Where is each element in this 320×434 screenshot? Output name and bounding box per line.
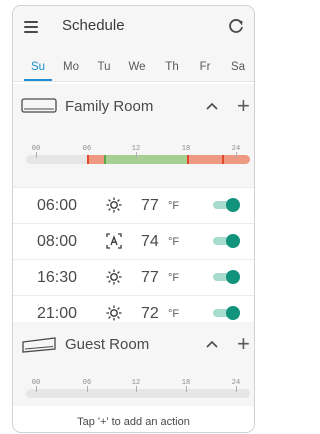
add-action-button[interactable]: + — [237, 93, 250, 119]
timeline-guest: 00 06 12 18 24 — [13, 366, 254, 406]
refresh-icon[interactable] — [227, 17, 245, 35]
auto-segment — [104, 155, 187, 164]
tab-wednesday[interactable]: We — [128, 61, 145, 73]
schedule-row[interactable]: 16:30 77 °F — [13, 260, 254, 296]
empty-hint: Tap '+' to add an action — [77, 416, 190, 428]
add-action-button[interactable]: + — [237, 331, 250, 357]
tab-thursday[interactable]: Th — [165, 61, 178, 73]
tick-mark — [186, 386, 187, 392]
room-name: Guest Room — [65, 336, 150, 353]
row-temperature: 77 — [141, 269, 159, 286]
row-time: 06:00 — [37, 197, 78, 214]
tab-monday[interactable]: Mo — [63, 61, 79, 73]
tick-label: 06 — [82, 145, 92, 153]
tick-mark — [236, 386, 237, 392]
row-time: 16:30 — [37, 269, 78, 286]
tab-tuesday[interactable]: Tu — [98, 61, 111, 73]
enable-toggle[interactable] — [213, 234, 240, 248]
page-title: Schedule — [62, 17, 125, 34]
tick-mark — [136, 152, 137, 158]
schedule-marker — [104, 155, 106, 164]
chevron-up-icon[interactable] — [204, 98, 220, 114]
tick-mark — [36, 386, 37, 392]
heat-segment — [187, 155, 250, 164]
tick-mark — [87, 386, 88, 392]
row-time: 08:00 — [37, 233, 78, 250]
tick-mark — [36, 152, 37, 158]
air-conditioner-icon — [22, 337, 56, 353]
tick-mark — [236, 152, 237, 158]
row-time: 21:00 — [37, 305, 78, 322]
sun-icon — [106, 305, 122, 321]
row-unit: °F — [168, 236, 180, 248]
schedule-bar — [26, 389, 250, 398]
sun-icon — [106, 269, 122, 285]
schedule-marker — [187, 155, 189, 164]
room-header-guest: Guest Room + — [13, 322, 254, 366]
schedule-bar — [26, 155, 250, 164]
row-temperature: 74 — [141, 233, 159, 250]
app-header: Schedule — [13, 6, 254, 46]
enable-toggle[interactable] — [213, 270, 240, 284]
enable-toggle[interactable] — [213, 306, 240, 320]
row-unit: °F — [168, 200, 180, 212]
row-unit: °F — [168, 272, 180, 284]
schedule-marker — [87, 155, 89, 164]
timeline-family: 00 06 12 18 24 — [13, 128, 254, 188]
active-tab-indicator — [24, 79, 52, 81]
app-frame: Schedule Su Mo Tu We Th Fr Sa Family Roo… — [12, 5, 255, 433]
room-header-family: Family Room + — [13, 84, 254, 128]
schedule-marker — [222, 155, 224, 164]
schedule-row[interactable]: 08:00 74 °F — [13, 224, 254, 260]
menu-icon[interactable] — [24, 21, 38, 33]
chevron-up-icon[interactable] — [204, 336, 220, 352]
day-tabs: Su Mo Tu We Th Fr Sa — [13, 46, 254, 82]
sun-icon — [106, 197, 122, 213]
row-temperature: 72 — [141, 305, 159, 322]
heat-segment — [87, 155, 104, 164]
air-conditioner-icon — [21, 98, 57, 113]
row-temperature: 77 — [141, 197, 159, 214]
schedule-row[interactable]: 06:00 77 °F — [13, 188, 254, 224]
tab-friday[interactable]: Fr — [200, 61, 211, 73]
room-name: Family Room — [65, 98, 154, 115]
tick-label: 18 — [181, 145, 191, 153]
tick-mark — [136, 386, 137, 392]
tab-saturday[interactable]: Sa — [231, 61, 245, 73]
tab-sunday[interactable]: Su — [31, 61, 45, 73]
auto-mode-icon — [106, 233, 122, 249]
enable-toggle[interactable] — [213, 198, 240, 212]
row-unit: °F — [168, 308, 180, 320]
